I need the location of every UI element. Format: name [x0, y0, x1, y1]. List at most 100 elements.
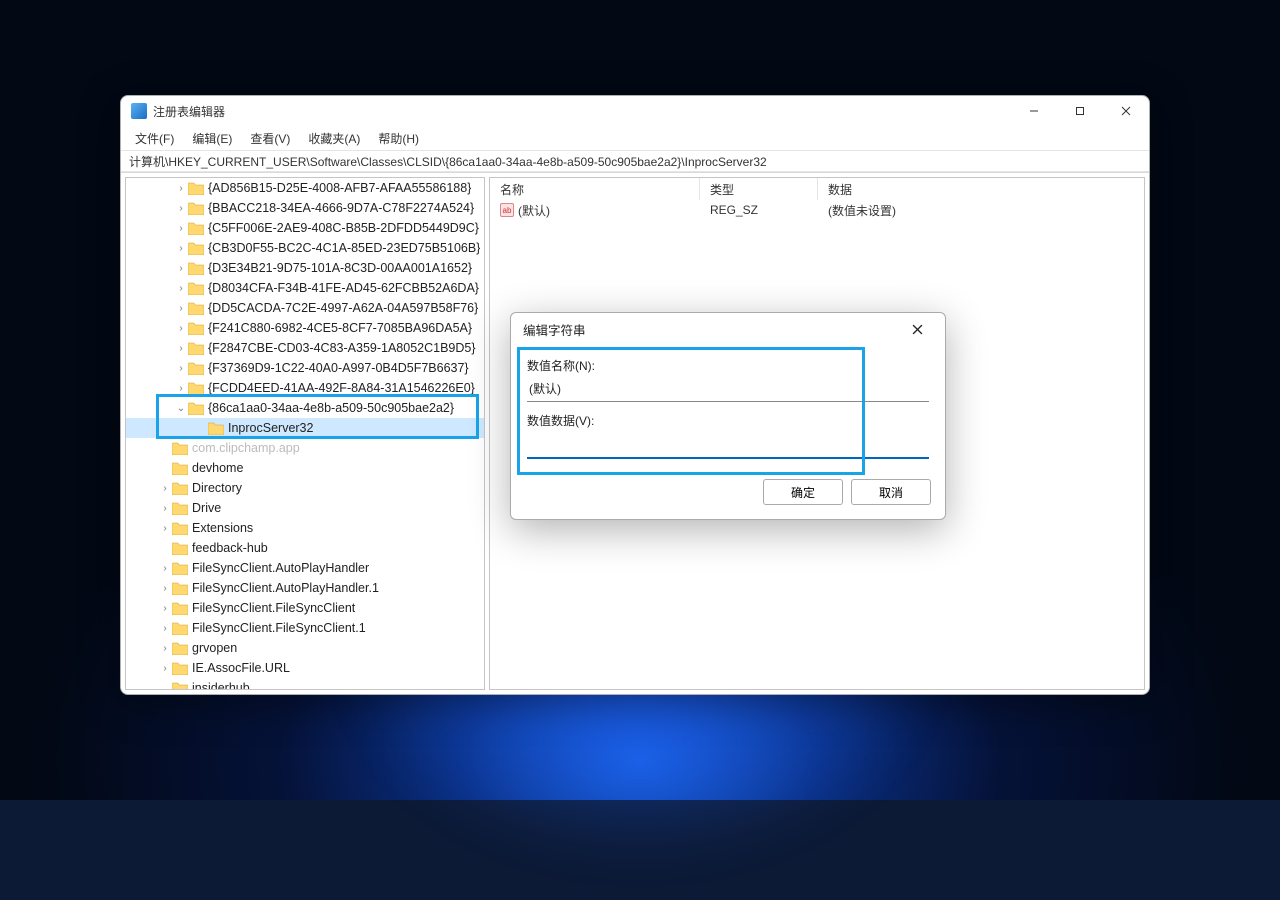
tree-item[interactable]: ›FileSyncClient.FileSyncClient — [126, 598, 484, 618]
value-name-label: 数值名称(N): — [527, 357, 929, 374]
tree-item-label: feedback-hub — [192, 541, 268, 555]
chevron-right-icon[interactable]: › — [158, 483, 172, 494]
folder-icon — [188, 262, 204, 275]
folder-icon — [172, 602, 188, 615]
close-button[interactable] — [1103, 96, 1149, 126]
tree-item[interactable]: › FileSyncClient.FileSyncClient.1 — [126, 618, 484, 638]
tree-item[interactable]: › FileSyncClient.AutoPlayHandler.1 — [126, 578, 484, 598]
tree-pane[interactable]: ›{AD856B15-D25E-4008-AFB7-AFAA55586188}›… — [125, 177, 485, 690]
tree-item[interactable]: › {FCDD4EED-41AA-492F-8A84-31A1546226E0} — [126, 378, 484, 398]
tree-item[interactable]: ›{F241C880-6982-4CE5-8CF7-7085BA96DA5A} — [126, 318, 484, 338]
chevron-right-icon[interactable]: › — [158, 663, 172, 674]
menu-edit[interactable]: 编辑(E) — [184, 127, 240, 150]
value-name: (默认) — [518, 202, 550, 219]
maximize-button[interactable] — [1057, 96, 1103, 126]
folder-icon — [172, 662, 188, 675]
tree-item[interactable]: devhome — [126, 458, 484, 478]
tree-item[interactable]: › {BBACC218-34EA-4666-9D7A-C78F2274A524} — [126, 198, 484, 218]
chevron-right-icon[interactable]: › — [174, 303, 188, 314]
tree-item[interactable]: ›{F37369D9-1C22-40A0-A997-0B4D5F7B6637} — [126, 358, 484, 378]
folder-icon — [172, 442, 188, 455]
tree-item[interactable]: ›{DD5CACDA-7C2E-4997-A62A-04A597B58F76} — [126, 298, 484, 318]
menu-file[interactable]: 文件(F) — [127, 127, 182, 150]
tree-item-label: {C5FF006E-2AE9-408C-B85B-2DFDD5449D9C} — [208, 221, 479, 235]
chevron-right-icon[interactable]: › — [158, 643, 172, 654]
folder-icon — [188, 182, 204, 195]
chevron-right-icon[interactable]: › — [174, 263, 188, 274]
chevron-right-icon[interactable]: › — [174, 223, 188, 234]
col-name[interactable]: 名称 — [490, 178, 700, 200]
chevron-right-icon[interactable]: › — [174, 183, 188, 194]
folder-icon — [188, 362, 204, 375]
tree-item[interactable]: ›{AD856B15-D25E-4008-AFB7-AFAA55586188} — [126, 178, 484, 198]
chevron-right-icon[interactable]: › — [174, 363, 188, 374]
col-type[interactable]: 类型 — [700, 178, 818, 200]
folder-icon — [188, 222, 204, 235]
address-bar[interactable]: 计算机\HKEY_CURRENT_USER\Software\Classes\C… — [121, 150, 1149, 172]
value-type: REG_SZ — [700, 203, 818, 217]
chevron-right-icon[interactable]: › — [158, 523, 172, 534]
folder-icon — [172, 622, 188, 635]
tree-item[interactable]: com.clipchamp.app — [126, 438, 484, 458]
chevron-down-icon[interactable]: ⌄ — [174, 403, 188, 414]
dialog-close-button[interactable] — [901, 315, 933, 343]
edit-string-dialog: 编辑字符串 数值名称(N): (默认) 数值数据(V): 确定 取消 — [510, 312, 946, 520]
menu-view[interactable]: 查看(V) — [242, 127, 298, 150]
tree-item[interactable]: ⌄{86ca1aa0-34aa-4e8b-a509-50c905bae2a2} — [126, 398, 484, 418]
chevron-right-icon[interactable]: › — [174, 343, 188, 354]
list-row[interactable]: ab(默认)REG_SZ(数值未设置) — [490, 200, 1144, 220]
address-text: 计算机\HKEY_CURRENT_USER\Software\Classes\C… — [129, 153, 767, 170]
tree-item-label: devhome — [192, 461, 243, 475]
tree-item[interactable]: ›Extensions — [126, 518, 484, 538]
tree-item-label: InprocServer32 — [228, 421, 313, 435]
folder-icon — [188, 382, 204, 395]
folder-icon — [188, 202, 204, 215]
tree-item[interactable]: ›{D3E34B21-9D75-101A-8C3D-00AA001A1652} — [126, 258, 484, 278]
chevron-right-icon[interactable]: › — [158, 563, 172, 574]
chevron-right-icon[interactable]: › — [174, 323, 188, 334]
chevron-right-icon[interactable]: › — [158, 503, 172, 514]
tree-item[interactable]: › {C5FF006E-2AE9-408C-B85B-2DFDD5449D9C} — [126, 218, 484, 238]
tree-item[interactable]: ›{CB3D0F55-BC2C-4C1A-85ED-23ED75B5106B} — [126, 238, 484, 258]
tree-item[interactable]: ›Drive — [126, 498, 484, 518]
dialog-titlebar[interactable]: 编辑字符串 — [511, 313, 945, 345]
folder-icon — [188, 242, 204, 255]
tree-item-label: {F2847CBE-CD03-4C83-A359-1A8052C1B9D5} — [208, 341, 476, 355]
value-data-input[interactable] — [527, 433, 929, 459]
tree-item[interactable]: ›{D8034CFA-F34B-41FE-AD45-62FCBB52A6DA} — [126, 278, 484, 298]
chevron-right-icon[interactable]: › — [174, 383, 188, 394]
tree-item[interactable]: feedback-hub — [126, 538, 484, 558]
tree-item-label: {BBACC218-34EA-4666-9D7A-C78F2274A524} — [208, 201, 474, 215]
folder-icon — [172, 542, 188, 555]
chevron-right-icon[interactable]: › — [158, 623, 172, 634]
tree-item-label: FileSyncClient.AutoPlayHandler — [192, 561, 369, 575]
tree-item-label: IE.AssocFile.URL — [192, 661, 290, 675]
tree-item[interactable]: › Directory — [126, 478, 484, 498]
tree-item[interactable]: insiderhub — [126, 678, 484, 690]
tree-item[interactable]: InprocServer32 — [126, 418, 484, 438]
tree-item-label: Directory — [192, 481, 242, 495]
tree-item-label: FileSyncClient.AutoPlayHandler.1 — [192, 581, 379, 595]
menubar: 文件(F) 编辑(E) 查看(V) 收藏夹(A) 帮助(H) — [121, 126, 1149, 150]
chevron-right-icon[interactable]: › — [174, 283, 188, 294]
tree-item-label: FileSyncClient.FileSyncClient.1 — [192, 621, 366, 635]
tree-item[interactable]: › IE.AssocFile.URL — [126, 658, 484, 678]
folder-icon — [188, 282, 204, 295]
tree-item[interactable]: › FileSyncClient.AutoPlayHandler — [126, 558, 484, 578]
tree-item-label: {FCDD4EED-41AA-492F-8A84-31A1546226E0} — [208, 381, 475, 395]
value-name-field[interactable]: (默认) — [527, 378, 929, 402]
chevron-right-icon[interactable]: › — [158, 603, 172, 614]
tree-item[interactable]: ›grvopen — [126, 638, 484, 658]
minimize-button[interactable] — [1011, 96, 1057, 126]
tree-item[interactable]: › {F2847CBE-CD03-4C83-A359-1A8052C1B9D5} — [126, 338, 484, 358]
titlebar[interactable]: 注册表编辑器 — [121, 96, 1149, 126]
chevron-right-icon[interactable]: › — [174, 243, 188, 254]
col-data[interactable]: 数据 — [818, 178, 1144, 200]
chevron-right-icon[interactable]: › — [174, 203, 188, 214]
chevron-right-icon[interactable]: › — [158, 583, 172, 594]
menu-favorites[interactable]: 收藏夹(A) — [300, 127, 368, 150]
cancel-button[interactable]: 取消 — [851, 479, 931, 505]
folder-icon — [188, 322, 204, 335]
menu-help[interactable]: 帮助(H) — [370, 127, 427, 150]
ok-button[interactable]: 确定 — [763, 479, 843, 505]
